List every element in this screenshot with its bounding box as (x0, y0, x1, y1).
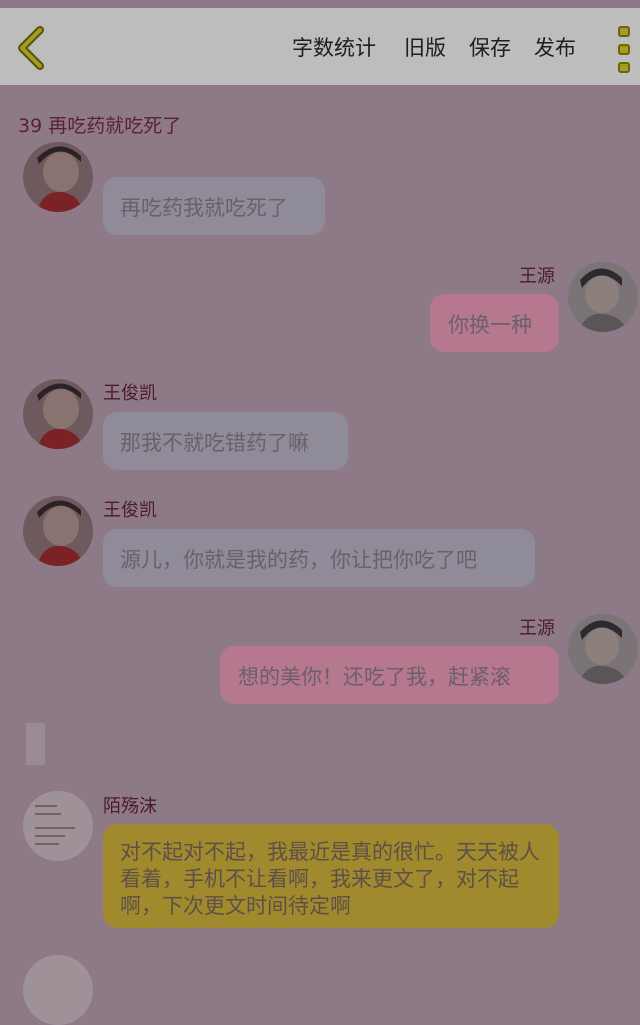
chevron-left-icon[interactable] (14, 26, 50, 70)
more-vertical-icon[interactable] (611, 22, 639, 78)
avatar[interactable] (568, 614, 638, 684)
sender-name: 王俊凯 (103, 383, 157, 404)
avatar[interactable] (568, 262, 638, 332)
message-bubble: 再吃药我就吃死了 (103, 177, 325, 235)
avatar[interactable] (23, 142, 93, 212)
chapter-title: 39 再吃药就吃死了 (18, 115, 182, 137)
message-bubble: 想的美你！还吃了我，赶紧滚 (220, 646, 559, 704)
publish-button[interactable]: 发布 (534, 32, 576, 62)
status-bar (0, 0, 640, 8)
word-count-button[interactable]: 字数统计 (292, 32, 376, 62)
sender-name: 王俊凯 (103, 500, 157, 521)
more-dot (618, 62, 630, 73)
message-bubble: 那我不就吃错药了嘛 (103, 412, 348, 470)
sender-name: 王源 (519, 266, 555, 287)
message-bubble: 对不起对不起，我最近是真的很忙。天天被人看着，手机不让看啊，我来更文了，对不起啊… (103, 824, 559, 928)
top-toolbar: 字数统计 旧版 保存 发布 (0, 8, 640, 85)
message-bubble: 你换一种 (430, 294, 559, 352)
avatar[interactable] (23, 496, 93, 566)
save-button[interactable]: 保存 (469, 32, 511, 62)
blank-placeholder (26, 723, 45, 765)
more-dot (618, 26, 630, 37)
sender-name: 王源 (519, 618, 555, 639)
more-dot (618, 44, 630, 55)
old-version-button[interactable]: 旧版 (404, 32, 446, 62)
avatar[interactable] (23, 791, 93, 861)
avatar[interactable] (23, 379, 93, 449)
avatar[interactable] (23, 955, 93, 1025)
sender-name: 陌殇沫 (103, 796, 157, 817)
message-bubble: 源儿，你就是我的药，你让把你吃了吧 (103, 529, 535, 587)
